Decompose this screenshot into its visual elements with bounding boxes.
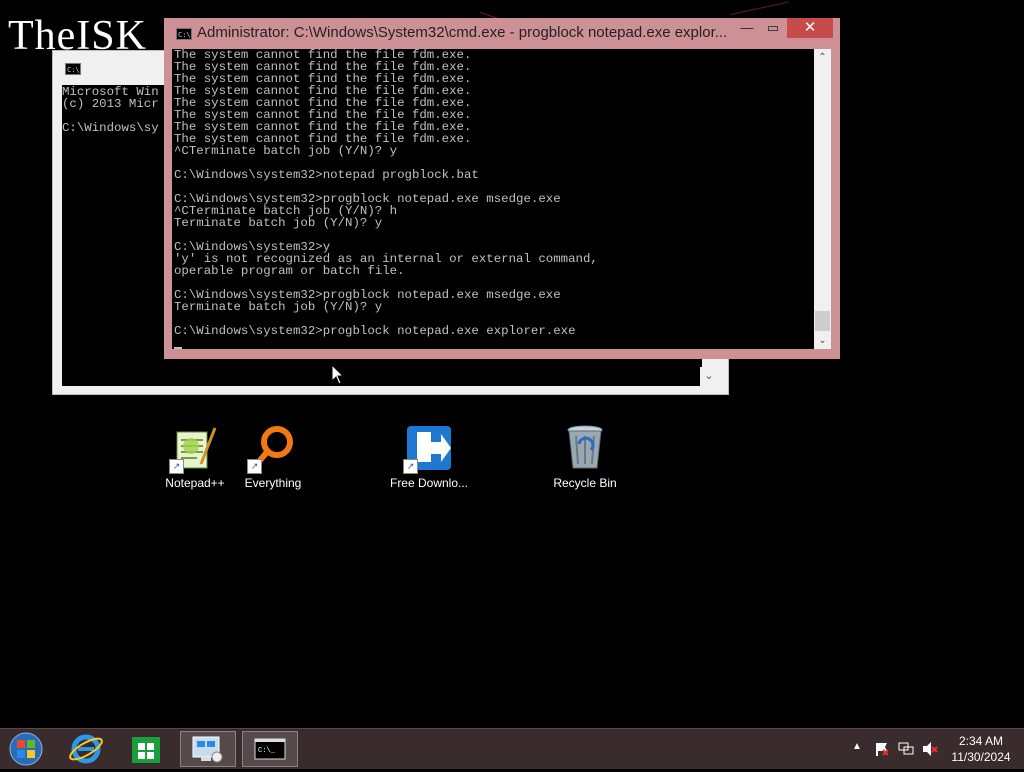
internet-explorer-icon: [69, 734, 103, 764]
scroll-down-arrow-icon[interactable]: ⌄: [700, 367, 718, 386]
console-line: Terminate batch job (Y/N)? y: [174, 216, 383, 230]
desktop-icon-label: Free Downlo...: [389, 476, 469, 490]
recycle-bin-icon: [561, 424, 609, 472]
store-icon: [132, 737, 160, 763]
console-output[interactable]: The system cannot find the file fdm.exe.…: [172, 49, 815, 349]
console-line: Terminate batch job (Y/N)? y: [174, 300, 383, 314]
desktop-icon-label: Everything: [244, 476, 302, 490]
taskbar-clock[interactable]: 2:34 AM 11/30/2024: [946, 733, 1016, 765]
remote-desktop-icon: [192, 736, 223, 763]
minimize-button[interactable]: —: [734, 18, 760, 38]
shortcut-arrow-icon: ↗: [403, 459, 418, 474]
command-prompt-icon: C:\_: [254, 738, 286, 760]
action-center-flag-icon[interactable]: [874, 741, 890, 757]
volume-muted-icon[interactable]: [922, 741, 938, 757]
taskbar: C:\_ ▲ 2:34 AM 11/30/2024: [0, 728, 1024, 769]
foreground-window-titlebar[interactable]: C:\ Administrator: C:\Windows\System32\c…: [164, 18, 840, 48]
console-line: C:\Windows\system32>notepad progblock.ba…: [174, 168, 479, 182]
console-line: ^CTerminate batch job (Y/N)? y: [174, 144, 398, 158]
desktop-icon-notepad-plus-plus[interactable]: ↗ Notepad++: [155, 424, 235, 491]
console-line: operable program or batch file.: [174, 264, 405, 278]
cmd-window-icon: C:\: [176, 28, 192, 40]
cmd-window-icon: C:\: [65, 63, 81, 75]
clock-time: 2:34 AM: [958, 734, 1004, 748]
network-icon[interactable]: [898, 741, 914, 757]
mouse-pointer-icon: [331, 364, 345, 385]
desktop-icon-free-download-manager[interactable]: ↗ Free Downlo...: [389, 424, 469, 491]
decorative-line: [730, 1, 789, 15]
shortcut-arrow-icon: ↗: [247, 459, 262, 474]
svg-text:C:\_: C:\_: [258, 747, 276, 755]
taskbar-remote-desktop[interactable]: [180, 731, 236, 767]
foreground-cmd-window[interactable]: C:\ Administrator: C:\Windows\System32\c…: [164, 18, 840, 359]
start-button[interactable]: [0, 731, 56, 767]
scrollbar-thumb[interactable]: [815, 311, 830, 331]
console-scrollbar[interactable]: ⌃ ⌄: [814, 49, 831, 349]
free-download-manager-icon: ↗: [403, 424, 453, 474]
desktop-icon-everything[interactable]: ↗ Everything: [233, 424, 313, 491]
notepad-plus-plus-icon: ↗: [169, 424, 219, 474]
scroll-up-arrow-icon[interactable]: ⌃: [814, 49, 831, 66]
desktop-icon-label: Notepad++: [165, 476, 225, 490]
taskbar-store[interactable]: [118, 731, 174, 767]
taskbar-internet-explorer[interactable]: [58, 731, 114, 767]
shortcut-arrow-icon: ↗: [169, 459, 184, 474]
console-line: C:\Windows\system32>progblock notepad.ex…: [174, 324, 576, 338]
maximize-button[interactable]: ▭: [760, 18, 786, 38]
clock-date: 11/30/2024: [951, 750, 1011, 764]
console-cursor: [174, 337, 815, 349]
close-button[interactable]: ✕: [787, 18, 833, 38]
desktop-icon-recycle-bin[interactable]: Recycle Bin: [545, 424, 625, 491]
desktop-icon-label: Recycle Bin: [553, 476, 617, 490]
windows-orb-icon: [9, 732, 43, 766]
show-hidden-icons-icon[interactable]: ▲: [852, 741, 862, 752]
taskbar-command-prompt[interactable]: C:\_: [242, 731, 298, 767]
window-title: Administrator: C:\Windows\System32\cmd.e…: [197, 24, 728, 41]
everything-search-icon: ↗: [247, 424, 297, 474]
scroll-down-arrow-icon[interactable]: ⌄: [814, 332, 831, 349]
